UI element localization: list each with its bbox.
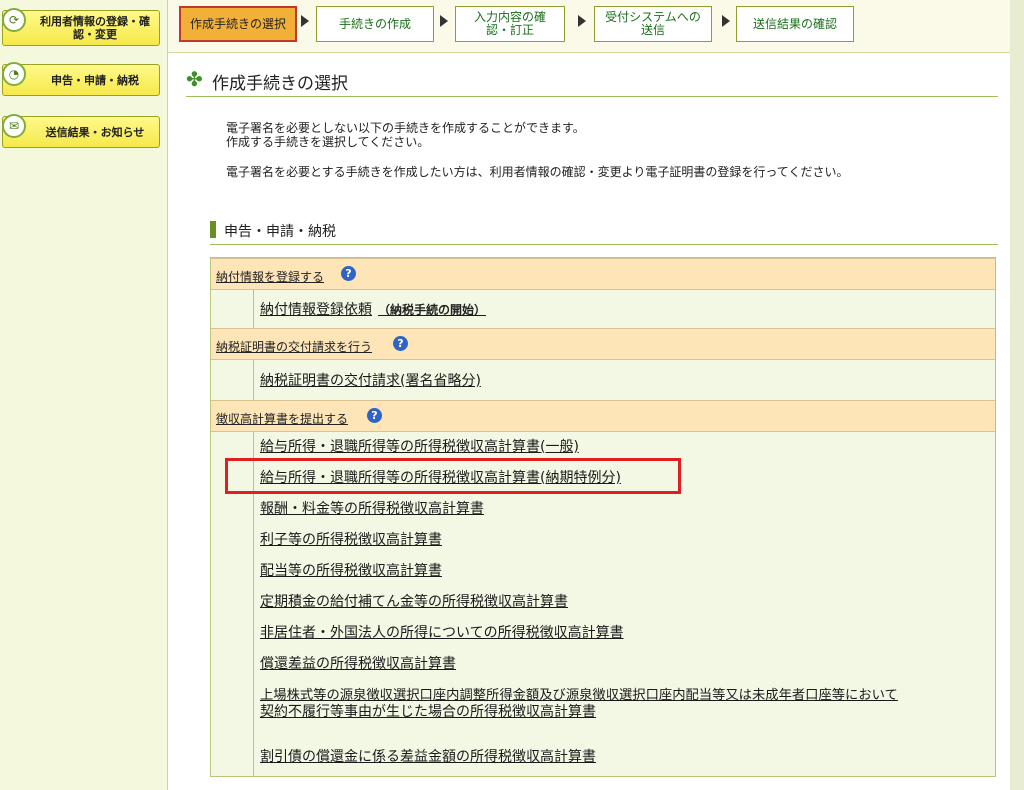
procedure-link[interactable]: 報酬・料金等の所得税徴収高計算書	[260, 498, 484, 518]
procedure-link[interactable]: 割引債の償還金に係る差益金額の所得税徴収高計算書	[260, 746, 596, 766]
document-icon: ◔	[2, 62, 26, 86]
clover-icon: ✤	[186, 67, 203, 91]
sidebar-item-label: 申告・申請・納税	[51, 73, 139, 87]
step-confirm: 入力内容の確認・訂正	[455, 6, 565, 42]
step-arrow-icon	[440, 15, 448, 27]
step-arrow-icon	[578, 15, 586, 27]
procedure-link[interactable]: 利子等の所得税徴収高計算書	[260, 529, 442, 549]
section-marker	[210, 221, 216, 238]
sidebar-item-label: 利用者情報の登録・確認・変更	[40, 15, 150, 41]
procedure-link[interactable]: 配当等の所得税徴収高計算書	[260, 560, 442, 580]
procedure-link[interactable]: 定期積金の給付補てん金等の所得税徴収高計算書	[260, 591, 568, 611]
procedure-link[interactable]: 納付情報登録依頼 （納税手続の開始）	[260, 299, 486, 319]
step-confirm-label: 入力内容の確認・訂正	[473, 10, 546, 37]
procedure-label: 納付情報登録依頼	[260, 302, 372, 318]
help-icon[interactable]: ?	[367, 408, 382, 423]
highlight-box	[225, 458, 681, 494]
category-items: 納付情報登録依頼 （納税手続の開始）	[253, 290, 995, 328]
category-items: 納税証明書の交付請求(署名省略分)	[253, 360, 995, 400]
step-result: 送信結果の確認	[736, 6, 854, 42]
category-row-certificate: 納税証明書の交付請求を行う ?	[211, 328, 995, 360]
category-link-payment[interactable]: 納付情報を登録する	[216, 268, 324, 285]
page-title: 作成手続きの選択	[212, 74, 348, 94]
category-link-certificate[interactable]: 納税証明書の交付請求を行う	[216, 338, 372, 355]
sidebar-item-results[interactable]: ✉ 送信結果・お知らせ	[2, 114, 160, 148]
section-title: 申告・申請・納税	[224, 224, 336, 240]
step-send: 受付システムへの送信	[594, 6, 712, 42]
section-divider	[210, 244, 998, 245]
main-content: ✤ 作成手続きの選択 電子署名を必要としない以下の手続きを作成することができます…	[168, 53, 1010, 790]
procedure-link[interactable]: 納税証明書の交付請求(署名省略分)	[260, 370, 481, 390]
progress-steps: 作成手続きの選択 手続きの作成 入力内容の確認・訂正 受付システムへの送信 送信…	[168, 0, 1010, 53]
intro-text-3: 電子署名を必要とする手続きを作成したい方は、利用者情報の確認・変更より電子証明書…	[226, 165, 849, 179]
category-row-withholding: 徴収高計算書を提出する ?	[211, 400, 995, 432]
help-icon[interactable]: ?	[393, 336, 408, 351]
procedure-table: 納付情報を登録する ? 納付情報登録依頼 （納税手続の開始） 納税証明書の交付請求…	[210, 257, 996, 777]
sidebar-item-user-info[interactable]: ⟳ 利用者情報の登録・確認・変更	[2, 8, 160, 46]
intro-text-2: 作成する手続きを選択してください。	[226, 135, 430, 149]
sidebar-item-label: 送信結果・お知らせ	[45, 125, 145, 139]
procedure-link[interactable]: 非居住者・外国法人の所得についての所得税徴収高計算書	[260, 622, 624, 642]
step-arrow-icon	[301, 15, 309, 27]
procedure-note: （納税手続の開始）	[378, 303, 487, 317]
sidebar-item-filing[interactable]: ◔ 申告・申請・納税	[2, 62, 160, 96]
procedure-link[interactable]: 償還差益の所得税徴収高計算書	[260, 653, 456, 673]
step-send-label: 受付システムへの送信	[605, 10, 701, 37]
procedure-link[interactable]: 契約不履行等事由が生じた場合の所得税徴収高計算書	[260, 701, 596, 721]
help-icon[interactable]: ?	[341, 266, 356, 281]
title-divider	[186, 96, 998, 97]
step-arrow-icon	[722, 15, 730, 27]
intro-text-1: 電子署名を必要としない以下の手続きを作成することができます。	[226, 121, 585, 135]
mail-icon: ✉	[2, 114, 26, 138]
step-create: 手続きの作成	[316, 6, 434, 42]
refresh-icon: ⟳	[2, 8, 26, 32]
sidebar: ⟳ 利用者情報の登録・確認・変更 ◔ 申告・申請・納税 ✉ 送信結果・お知らせ	[0, 0, 168, 790]
step-select: 作成手続きの選択	[179, 6, 297, 42]
procedure-link[interactable]: 給与所得・退職所得等の所得税徴収高計算書(一般)	[260, 436, 579, 456]
category-link-withholding[interactable]: 徴収高計算書を提出する	[216, 410, 348, 427]
category-row-payment: 納付情報を登録する ?	[211, 258, 995, 290]
scrollbar[interactable]	[1010, 0, 1024, 790]
